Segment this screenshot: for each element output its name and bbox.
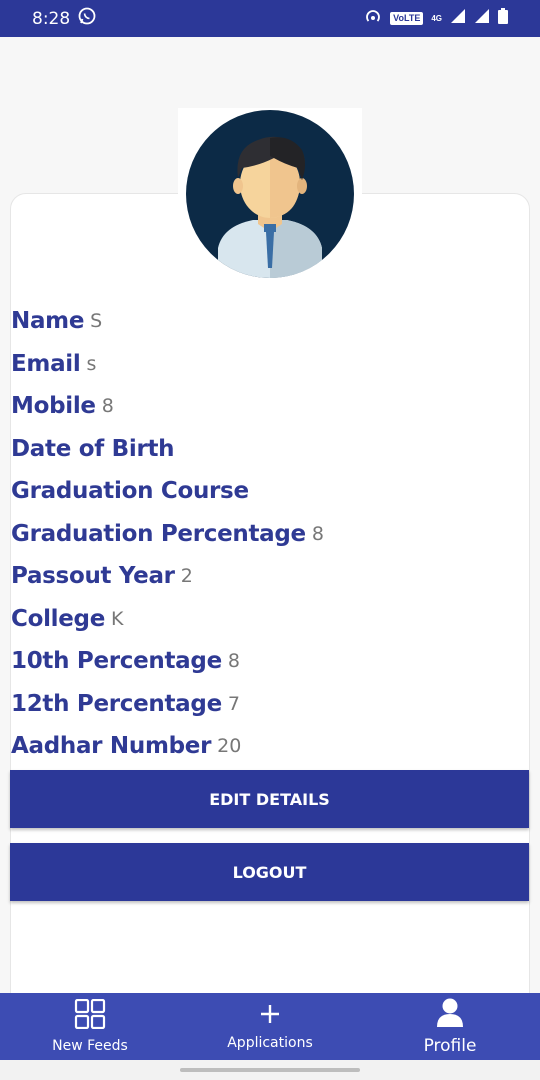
profile-info-list: Name S Email s Mobile 8 Date of Birth Gr… xyxy=(11,300,530,768)
field-value: S xyxy=(90,310,103,333)
field-name: Name S xyxy=(11,300,530,343)
field-value: 8 xyxy=(311,522,324,545)
field-graduation-percentage: Graduation Percentage 8 xyxy=(11,513,530,556)
gesture-handle[interactable] xyxy=(180,1068,360,1072)
field-label: Passout Year xyxy=(11,563,175,590)
field-label: Date of Birth xyxy=(11,435,175,462)
status-time: 8:28 xyxy=(32,8,71,29)
person-icon xyxy=(435,997,465,1032)
edit-details-button[interactable]: EDIT DETAILS xyxy=(10,770,529,828)
field-label: College xyxy=(11,605,106,632)
field-value: 8 xyxy=(227,650,240,673)
field-label: Mobile xyxy=(11,393,96,420)
field-email: Email s xyxy=(11,343,530,386)
field-graduation-course: Graduation Course xyxy=(11,470,530,513)
field-label: Name xyxy=(11,308,85,335)
field-label: Graduation Percentage xyxy=(11,520,306,547)
field-value: 2 xyxy=(180,565,193,588)
nav-item-new-feeds[interactable]: New Feeds xyxy=(0,993,180,1060)
nav-item-applications[interactable]: Applications xyxy=(180,993,360,1060)
nav-label: Profile xyxy=(423,1036,477,1056)
field-label: 12th Percentage xyxy=(11,690,222,717)
field-value: K xyxy=(111,607,124,630)
field-label: Graduation Course xyxy=(11,478,249,505)
status-bar: 8:28 VoLTE 4G xyxy=(0,0,540,37)
field-10th-percentage: 10th Percentage 8 xyxy=(11,640,530,683)
hotspot-icon xyxy=(364,8,382,29)
volte-badge: VoLTE xyxy=(390,12,424,25)
grid-icon xyxy=(74,998,106,1034)
battery-icon xyxy=(498,8,508,29)
logout-button[interactable]: LOGOUT xyxy=(10,843,529,901)
network-type: 4G xyxy=(431,14,442,23)
field-value: 8 xyxy=(101,395,114,418)
field-value: s xyxy=(86,352,97,375)
signal-icon-2 xyxy=(474,8,490,29)
signal-icon xyxy=(450,8,466,29)
field-12th-percentage: 12th Percentage 7 xyxy=(11,683,530,726)
field-college: College K xyxy=(11,598,530,641)
avatar xyxy=(178,108,362,280)
nav-label: New Feeds xyxy=(52,1038,128,1054)
field-passout-year: Passout Year 2 xyxy=(11,555,530,598)
field-label: Aadhar Number xyxy=(11,733,212,760)
nav-label: Applications xyxy=(227,1035,313,1051)
system-navigation-bar xyxy=(0,1060,540,1080)
field-value: 7 xyxy=(227,692,240,715)
field-label: Email xyxy=(11,350,81,377)
field-mobile: Mobile 8 xyxy=(11,385,530,428)
whatsapp-icon xyxy=(78,7,96,30)
plus-icon xyxy=(258,1002,282,1031)
bottom-navigation: New Feeds Applications Profile xyxy=(0,993,540,1060)
nav-item-profile[interactable]: Profile xyxy=(360,993,540,1060)
field-aadhar-number: Aadhar Number 20 xyxy=(11,725,530,768)
field-label: 10th Percentage xyxy=(11,648,222,675)
field-value: 20 xyxy=(217,735,242,758)
field-date-of-birth: Date of Birth xyxy=(11,428,530,471)
